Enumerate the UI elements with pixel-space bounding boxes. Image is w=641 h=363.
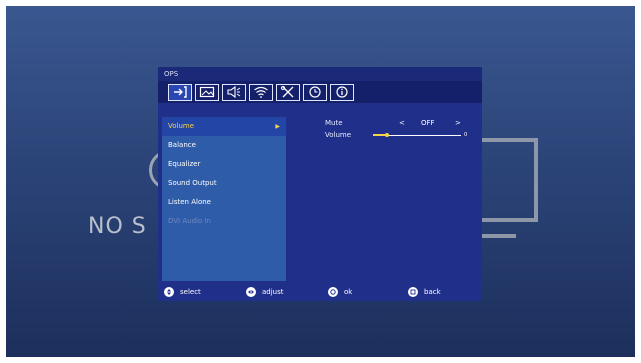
info-icon bbox=[336, 86, 348, 98]
volume-row: Volume 0 bbox=[325, 129, 475, 141]
leftright-button-icon bbox=[246, 287, 256, 297]
tab-tools[interactable] bbox=[276, 83, 300, 101]
list-item-label: DVI Audio In bbox=[168, 217, 211, 225]
list-item-listen-alone[interactable]: Listen Alone bbox=[162, 193, 286, 212]
ok-button-icon bbox=[328, 287, 338, 297]
list-item-label: Balance bbox=[168, 141, 196, 149]
chevron-left-icon[interactable]: < bbox=[399, 117, 405, 129]
hint-adjust: adjust bbox=[246, 287, 284, 297]
network-icon bbox=[254, 86, 268, 98]
hint-back: back bbox=[408, 287, 441, 297]
tools-icon bbox=[281, 86, 294, 98]
sound-icon bbox=[227, 86, 241, 98]
chevron-right-icon[interactable]: > bbox=[455, 117, 461, 129]
list-item-label: Equalizer bbox=[168, 160, 201, 168]
list-item-label: Listen Alone bbox=[168, 198, 211, 206]
volume-settings-panel: Mute < OFF > Volume 0 bbox=[286, 117, 482, 281]
tab-sound[interactable] bbox=[222, 83, 246, 101]
tab-network[interactable] bbox=[249, 83, 273, 101]
volume-value: 0 bbox=[464, 132, 468, 138]
tab-info[interactable] bbox=[330, 83, 354, 101]
no-signal-text: NO S bbox=[88, 214, 147, 239]
menu-tab-bar bbox=[158, 81, 482, 103]
back-button-icon bbox=[408, 287, 418, 297]
menu-body: Volume ▶ Balance Equalizer Sound Output … bbox=[158, 117, 482, 281]
list-item-volume[interactable]: Volume ▶ bbox=[162, 117, 286, 136]
tab-timer[interactable] bbox=[303, 83, 327, 101]
mute-label: Mute bbox=[325, 119, 343, 127]
hint-adjust-label: adjust bbox=[262, 288, 284, 296]
list-item-dvi-audio-in: DVI Audio In bbox=[162, 212, 286, 231]
list-item-label: Sound Output bbox=[168, 179, 217, 187]
list-item-sound-output[interactable]: Sound Output bbox=[162, 174, 286, 193]
volume-label: Volume bbox=[325, 131, 352, 139]
menu-footer: select adjust ok back bbox=[158, 283, 482, 301]
triangle-right-icon: ▶ bbox=[275, 123, 280, 130]
list-item-balance[interactable]: Balance bbox=[162, 136, 286, 155]
hint-select: select bbox=[164, 287, 201, 297]
mute-row: Mute < OFF > bbox=[325, 117, 475, 129]
tab-input[interactable] bbox=[168, 83, 192, 101]
list-item-equalizer[interactable]: Equalizer bbox=[162, 155, 286, 174]
tab-picture[interactable] bbox=[195, 83, 219, 101]
hint-select-label: select bbox=[180, 288, 201, 296]
sound-options-list: Volume ▶ Balance Equalizer Sound Output … bbox=[162, 117, 286, 281]
list-item-label: Volume bbox=[168, 122, 195, 130]
hint-ok-label: ok bbox=[344, 288, 353, 296]
settings-menu: OPS Volume ▶ Balance Equalizer Sound Out… bbox=[158, 67, 482, 301]
mute-value: OFF bbox=[421, 119, 435, 127]
timer-icon bbox=[309, 86, 321, 98]
picture-icon bbox=[199, 86, 215, 98]
hint-ok: ok bbox=[328, 287, 352, 297]
updown-button-icon bbox=[164, 287, 174, 297]
menu-title: OPS bbox=[158, 67, 482, 81]
hint-back-label: back bbox=[424, 288, 441, 296]
input-icon bbox=[174, 86, 187, 98]
volume-slider-knob[interactable] bbox=[385, 133, 389, 137]
